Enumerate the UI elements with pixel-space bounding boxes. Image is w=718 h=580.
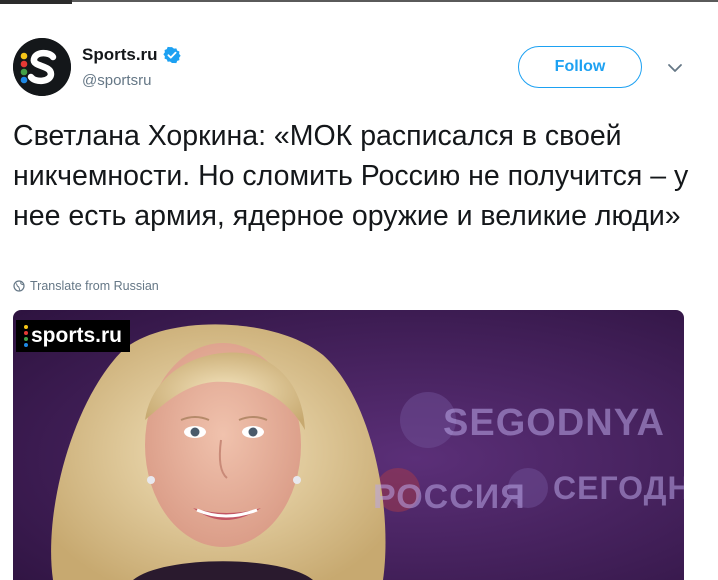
background-banner-text: СЕГОДНЯ (553, 470, 684, 506)
display-name[interactable]: Sports.ru (82, 45, 158, 65)
previous-image-edge (0, 0, 72, 4)
chevron-down-icon[interactable] (665, 58, 685, 78)
translate-label[interactable]: Translate from Russian (30, 279, 159, 293)
avatar[interactable] (13, 38, 71, 96)
sportsru-logo-icon (13, 38, 71, 96)
verified-badge-icon (162, 46, 181, 64)
tweet-image[interactable]: sports.ru SEGODNYA РОССИЯ СЕГОДНЯ (13, 310, 684, 580)
watermark-dots-icon (24, 324, 28, 348)
watermark-text: sports.ru (31, 324, 123, 347)
tweet-text: Светлана Хоркина: «МОК расписался в свое… (13, 120, 689, 232)
top-divider (0, 0, 718, 2)
translate-link[interactable]: Translate from Russian (13, 279, 159, 293)
background-banner-text: РОССИЯ (373, 478, 526, 516)
globe-icon (13, 280, 25, 292)
user-name-row[interactable]: Sports.ru (82, 45, 181, 65)
follow-button[interactable]: Follow (518, 46, 642, 88)
user-handle[interactable]: @sportsru (82, 72, 151, 89)
background-banner-text: SEGODNYA (443, 402, 665, 444)
sportsru-watermark: sports.ru (16, 320, 131, 352)
